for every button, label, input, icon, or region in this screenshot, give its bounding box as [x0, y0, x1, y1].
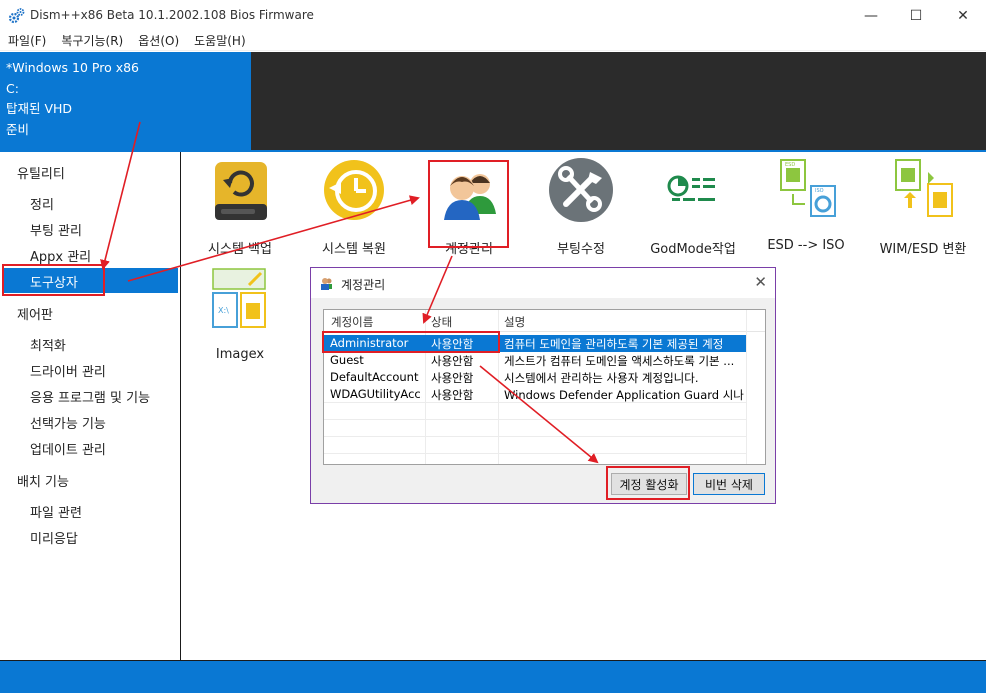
cell-desc: Windows Defender Application Guard 시나리오.…: [504, 388, 744, 402]
cell-name: DefaultAccount: [330, 370, 419, 384]
table-row[interactable]: WDAGUtilityAcc... 사용안함 Windows Defender …: [324, 386, 746, 403]
sidebar-item-updates[interactable]: 업데이트 관리: [30, 439, 106, 458]
tool-label: GodMode작업: [650, 242, 736, 257]
image-list-panel: [251, 52, 986, 150]
settings-list-icon: [667, 175, 715, 201]
status-bar: [0, 661, 986, 693]
cell-desc: 게스트가 컴퓨터 도메인을 액세스하도록 기본 ...: [504, 354, 735, 368]
menu-recovery[interactable]: 복구기능(R): [61, 32, 123, 49]
cell-desc: 컴퓨터 도메인을 관리하도록 기본 제공된 계정: [504, 337, 724, 351]
column-divider: [746, 310, 747, 464]
menu-options[interactable]: 옵션(O): [138, 32, 179, 49]
remove-password-button[interactable]: 비번 삭제: [693, 473, 765, 495]
esd-iso-icon: ESD ISO: [780, 159, 836, 217]
drive-letter: C:: [6, 80, 19, 96]
image-info-panel[interactable]: *Windows 10 Pro x86 C: 탑재된 VHD 준비: [0, 52, 251, 150]
mount-type: 탑재된 VHD: [6, 101, 73, 116]
cell-name: Guest: [330, 353, 364, 367]
cell-state: 사용안함: [431, 371, 474, 385]
table-row[interactable]: DefaultAccount 사용안함 시스템에서 관리하는 사용자 계정입니다…: [324, 369, 746, 386]
tool-label: WIM/ESD 변환: [879, 242, 967, 257]
menu-file[interactable]: 파일(F): [8, 32, 46, 49]
tool-godmode[interactable]: GodMode작업: [638, 158, 748, 257]
dialog-title: 계정관리: [341, 278, 386, 292]
tool-label: 부팅수정: [557, 242, 605, 257]
sidebar: 유틸리티 정리 부팅 관리 Appx 관리 도구상자 제어판 최적화 드라이버 …: [0, 152, 181, 661]
close-button[interactable]: ✕: [940, 0, 986, 31]
row-divider: [324, 419, 746, 420]
sidebar-item-drivers[interactable]: 드라이버 관리: [30, 361, 106, 380]
highlight-admin-row: [322, 331, 500, 353]
users-icon: [321, 278, 332, 290]
sidebar-item-optional-features[interactable]: 선택가능 기능: [30, 413, 106, 432]
sidebar-item-optimize[interactable]: 최적화: [30, 335, 66, 354]
title-bar: Dism++x86 Beta 10.1.2002.108 Bios Firmwa…: [0, 0, 986, 31]
list-header: 계정이름 상태 설명: [324, 310, 765, 332]
sidebar-section-batch: 배치 기능: [17, 475, 69, 490]
highlight-activate-button: [606, 466, 690, 500]
tool-system-restore[interactable]: 시스템 복원: [299, 158, 409, 257]
column-header-desc[interactable]: 설명: [504, 314, 525, 330]
dialog-close-button[interactable]: ✕: [754, 273, 767, 291]
sidebar-item-unattended[interactable]: 미리응답: [30, 528, 78, 547]
tool-wim-esd-convert[interactable]: WIM/ESD 변환: [868, 158, 978, 257]
tool-boot-repair[interactable]: 부팅수정: [526, 158, 636, 257]
svg-text:X:\: X:\: [218, 306, 229, 315]
svg-text:ISO: ISO: [815, 188, 824, 194]
imagex-icon: X:\: [212, 268, 266, 328]
highlight-account-tool: [428, 160, 509, 248]
window-title: Dism++x86 Beta 10.1.2002.108 Bios Firmwa…: [30, 8, 314, 22]
tool-label: ESD --> ISO: [767, 238, 845, 253]
sidebar-item-file-assoc[interactable]: 파일 관련: [30, 502, 82, 521]
clock-restore-icon: [324, 160, 384, 220]
wim-esd-convert-icon: [895, 159, 953, 217]
sidebar-section-control-panel: 제어판: [17, 308, 53, 323]
sidebar-section-utility: 유틸리티: [17, 167, 65, 182]
column-header-state[interactable]: 상태: [431, 314, 452, 330]
tool-imagex[interactable]: X:\ Imagex: [185, 267, 295, 362]
svg-text:ESD: ESD: [785, 162, 795, 168]
tool-label: 시스템 복원: [322, 242, 386, 257]
tool-esd-to-iso[interactable]: ESD ISO ESD --> ISO: [751, 158, 861, 253]
cell-name: WDAGUtilityAcc...: [330, 387, 422, 401]
cell-state: 사용안함: [431, 388, 474, 402]
menu-help[interactable]: 도움말(H): [194, 32, 246, 49]
menu-bar: 파일(F) 복구기능(R) 옵션(O) 도움말(H): [0, 31, 986, 51]
os-name: *Windows 10 Pro x86: [6, 60, 140, 75]
cell-desc: 시스템에서 관리하는 사용자 계정입니다.: [504, 371, 699, 385]
row-divider: [324, 453, 746, 454]
tool-system-backup[interactable]: 시스템 백업: [185, 158, 295, 257]
sidebar-item-appx[interactable]: Appx 관리: [30, 246, 91, 265]
status-text: 준비: [6, 121, 30, 137]
cell-state: 사용안함: [431, 354, 474, 368]
row-divider: [324, 436, 746, 437]
column-header-name[interactable]: 계정이름: [331, 314, 373, 330]
sidebar-item-apps-features[interactable]: 응용 프로그램 및 기능: [30, 387, 150, 406]
account-manage-dialog: 계정관리 ✕ 계정이름 상태 설명 Administrator 사용안함 컴퓨터…: [310, 267, 776, 504]
table-row[interactable]: Guest 사용안함 게스트가 컴퓨터 도메인을 액세스하도록 기본 ...: [324, 352, 746, 369]
maximize-button[interactable]: ☐: [893, 0, 939, 31]
dialog-title-bar: 계정관리 ✕: [311, 268, 775, 298]
tool-label: 시스템 백업: [208, 242, 272, 257]
sidebar-item-boot-manage[interactable]: 부팅 관리: [30, 220, 82, 239]
highlight-toolbox: [2, 264, 105, 296]
minimize-button[interactable]: —: [848, 0, 894, 31]
drive-backup-icon: [215, 162, 267, 220]
sidebar-item-cleanup[interactable]: 정리: [30, 194, 54, 213]
wrench-screwdriver-icon: [549, 158, 613, 222]
tool-label: Imagex: [215, 347, 265, 362]
gear-icon: [8, 8, 25, 24]
